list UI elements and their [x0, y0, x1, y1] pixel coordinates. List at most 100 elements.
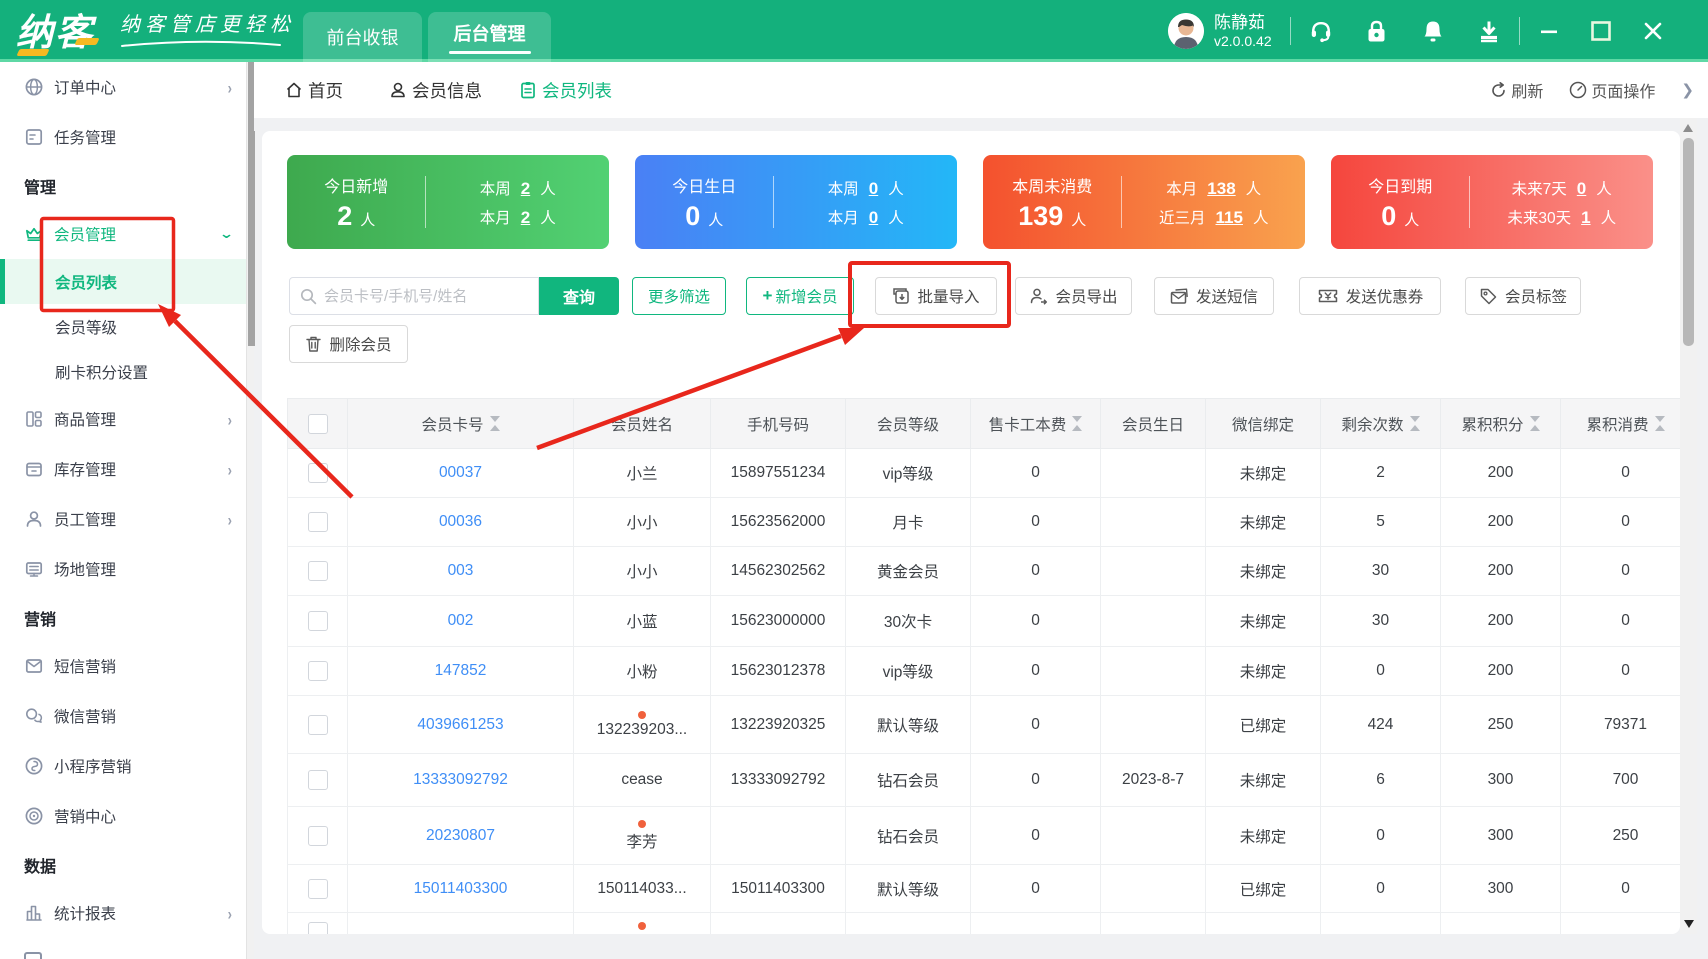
card-no-link[interactable]: 00036	[439, 513, 482, 530]
toolbar-button-2[interactable]: 批量导入	[875, 277, 997, 315]
tab-member-list[interactable]: 会员列表	[518, 62, 612, 118]
card-no-link[interactable]: 20230807	[426, 827, 495, 844]
birthday-cell	[1101, 449, 1206, 498]
toolbar-button-7[interactable]: 删除会员	[289, 325, 408, 363]
stat-card-main: 今日新增 2 人	[287, 173, 425, 232]
stat-card-main: 今日到期 0 人	[1331, 173, 1469, 232]
column-header-remaining[interactable]: 剩余次数	[1321, 399, 1441, 449]
headset-icon[interactable]	[1309, 19, 1333, 43]
bell-icon[interactable]	[1421, 19, 1445, 43]
sidebar-item-1[interactable]: 任务管理	[0, 112, 246, 162]
tab-member-info[interactable]: 会员信息	[388, 62, 482, 118]
lock-icon[interactable]	[1365, 19, 1389, 43]
toolbar-button-3[interactable]: 会员导出	[1015, 277, 1132, 315]
row-checkbox[interactable]	[308, 561, 328, 581]
tab-home[interactable]: 首页	[284, 62, 343, 118]
sidebar-item-9[interactable]: 员工管理›	[0, 494, 246, 544]
scroll-down-icon[interactable]	[1684, 920, 1694, 928]
toolbar-button-4[interactable]: 发送短信	[1154, 277, 1274, 315]
sidebar-scrollbar[interactable]	[246, 62, 254, 959]
card-no-link[interactable]: 00037	[439, 464, 482, 481]
select-all-checkbox[interactable]	[308, 414, 328, 434]
stat-card-row: 未来30天1人	[1507, 206, 1616, 228]
card-no-cell: 15011403300	[348, 865, 574, 913]
wechat-cell: 未绑定	[1206, 647, 1321, 696]
sidebar-item-17[interactable]: 统计报表›	[0, 888, 246, 938]
maximize-button[interactable]	[1590, 20, 1612, 42]
sidebar-item-7[interactable]: 商品管理›	[0, 394, 246, 444]
sort-icon[interactable]	[1410, 416, 1420, 431]
row-checkbox[interactable]	[308, 611, 328, 631]
sort-icon[interactable]	[1072, 416, 1082, 431]
sidebar-item-3[interactable]: 会员管理⌄	[0, 209, 246, 259]
expand-chevron-icon[interactable]: ❯	[1681, 81, 1694, 99]
column-header-points[interactable]: 累积积分	[1441, 399, 1561, 449]
card-no-link[interactable]: 4039661253	[417, 716, 503, 733]
minimize-button[interactable]	[1538, 20, 1560, 42]
card-no-link[interactable]: 15011403300	[414, 880, 508, 897]
row-checkbox[interactable]	[308, 463, 328, 483]
sidebar-subitem-5[interactable]: 会员等级	[0, 304, 246, 349]
row-checkbox[interactable]	[308, 715, 328, 735]
content-scrollbar-thumb[interactable]	[1683, 138, 1694, 346]
nav-tab-admin[interactable]: 后台管理	[428, 12, 551, 62]
column-label: 累积消费	[1586, 413, 1648, 435]
sidebar-section-16: 数据	[0, 841, 246, 888]
sidebar-item-8[interactable]: 库存管理›	[0, 444, 246, 494]
birthday-cell	[1101, 647, 1206, 696]
column-header-fee[interactable]: 售卡工本费	[971, 399, 1101, 449]
wechat-cell: 未绑定	[1206, 807, 1321, 865]
venue-icon	[24, 559, 44, 579]
points-cell: 200	[1441, 547, 1561, 596]
sidebar-item-13[interactable]: 微信营销	[0, 691, 246, 741]
sidebar-subitem-label: 会员列表	[55, 271, 232, 293]
nav-tab-cashier[interactable]: 前台收银	[303, 12, 422, 62]
points-cell: 250	[1441, 696, 1561, 754]
sidebar-item-10[interactable]: 场地管理	[0, 544, 246, 594]
export-icon	[1029, 287, 1048, 305]
sidebar-subitem-6[interactable]: 刷卡积分设置	[0, 349, 246, 394]
row-checkbox[interactable]	[308, 879, 328, 899]
sort-icon[interactable]	[490, 416, 500, 431]
avatar[interactable]	[1168, 13, 1204, 49]
scroll-up-icon[interactable]	[1683, 124, 1693, 132]
column-header-card_no[interactable]: 会员卡号	[348, 399, 574, 449]
slogan: 纳客管店更轻松	[120, 8, 295, 48]
sidebar-item-15[interactable]: 营销中心	[0, 791, 246, 841]
toolbar-button-1[interactable]: +新增会员	[746, 277, 854, 315]
toolbar-button-0[interactable]: 更多筛选	[632, 277, 726, 315]
row-checkbox[interactable]	[308, 661, 328, 681]
card-no-cell: 00036	[348, 498, 574, 547]
content-scrollbar[interactable]	[1680, 118, 1697, 934]
column-label: 会员卡号	[421, 413, 483, 435]
toolbar-button-label: 发送短信	[1196, 285, 1258, 307]
page-operations-button[interactable]: 页面操作	[1569, 78, 1655, 102]
sort-icon[interactable]	[1655, 416, 1665, 431]
row-checkbox[interactable]	[308, 826, 328, 846]
sidebar-item-0[interactable]: 订单中心›	[0, 62, 246, 112]
card-no-link[interactable]: 13333092792	[413, 771, 508, 788]
column-header-level: 会员等级	[846, 399, 971, 449]
card-no-cell: 002	[348, 596, 574, 647]
sidebar-subitem-4[interactable]: 会员列表	[0, 259, 246, 304]
topbar-icons	[1309, 19, 1501, 43]
card-no-link[interactable]: 002	[448, 612, 474, 629]
level-cell: vip等级	[846, 647, 971, 696]
search-input[interactable]	[324, 288, 528, 305]
row-checkbox[interactable]	[308, 512, 328, 532]
search-box	[289, 277, 539, 315]
sidebar-item-12[interactable]: 短信营销	[0, 641, 246, 691]
sidebar-item-14[interactable]: 小程序营销	[0, 741, 246, 791]
row-checkbox[interactable]	[308, 770, 328, 790]
query-button[interactable]: 查询	[539, 277, 619, 315]
coupon-icon	[1317, 288, 1339, 304]
card-no-link[interactable]: 147852	[435, 662, 487, 679]
close-button[interactable]	[1642, 20, 1664, 42]
refresh-button[interactable]: 刷新	[1490, 78, 1543, 102]
sort-icon[interactable]	[1530, 416, 1540, 431]
card-no-link[interactable]: 003	[448, 562, 474, 579]
toolbar-button-6[interactable]: 会员标签	[1465, 277, 1581, 315]
download-icon[interactable]	[1477, 19, 1501, 43]
column-header-consumption[interactable]: 累积消费	[1561, 399, 1691, 449]
toolbar-button-5[interactable]: 发送优惠券	[1299, 277, 1441, 315]
